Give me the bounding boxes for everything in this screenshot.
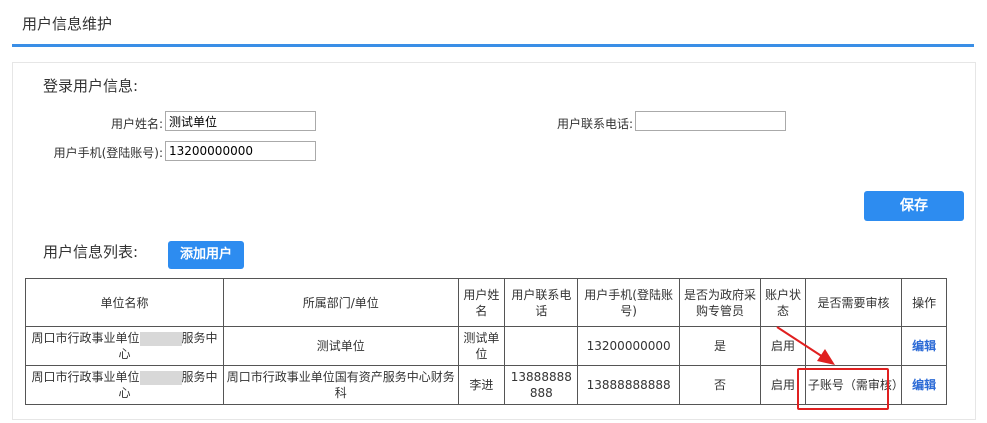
user-mobile-input[interactable] — [165, 141, 316, 161]
header-user-name: 用户姓名 — [457, 278, 506, 327]
redacted-blur — [139, 370, 182, 385]
unit-name-cell: 周口市行政事业单位 服务中心 — [25, 326, 224, 366]
arrow-head — [817, 349, 835, 365]
user-name-label: 用户姓名: — [110, 117, 163, 131]
header-needs-review: 是否需要审核 — [804, 278, 903, 327]
table-header-row: 单位名称 所属部门/单位 用户姓名 用户联系电话 用户手机(登陆账号) 是否为政… — [25, 278, 947, 327]
department-cell: 周口市行政事业单位国有资产服务中心财务科 — [223, 365, 459, 405]
user-phone-cell: 13888888888 — [504, 365, 579, 405]
user-phone-label: 用户联系电话: — [556, 117, 633, 131]
content-panel: 登录用户信息: 用户姓名: 用户联系电话: 用户手机(登陆账号): 保存 用户信… — [12, 62, 976, 420]
page-title: 用户信息维护 — [22, 15, 113, 33]
actions-cell: 编辑 — [901, 365, 947, 405]
user-name-cell: 李进 — [457, 365, 506, 405]
add-user-button[interactable]: 添加用户 — [168, 241, 244, 269]
header-actions: 操作 — [901, 278, 947, 327]
user-mobile-cell: 13888888888 — [577, 365, 680, 405]
procurement-manager-cell: 否 — [678, 365, 762, 405]
user-mobile-cell: 13200000000 — [577, 326, 680, 366]
user-name-input[interactable] — [165, 111, 316, 131]
procurement-manager-cell: 是 — [678, 326, 762, 366]
arrow-shaft — [776, 326, 824, 358]
annotation-highlight-box — [797, 368, 889, 410]
user-name-cell: 测试单位 — [457, 326, 506, 366]
department-cell: 测试单位 — [223, 326, 459, 366]
annotation-arrow-icon — [776, 326, 835, 365]
header-user-phone: 用户联系电话 — [504, 278, 579, 327]
redacted-blur — [139, 331, 182, 346]
header-user-mobile: 用户手机(登陆账号) — [577, 278, 680, 327]
save-button[interactable]: 保存 — [864, 191, 964, 221]
unit-name-cell: 周口市行政事业单位 服务中心 — [25, 365, 224, 405]
user-list-title: 用户信息列表: — [43, 243, 139, 261]
login-info-title: 登录用户信息: — [43, 77, 139, 95]
actions-cell: 编辑 — [901, 326, 947, 366]
user-phone-cell — [504, 326, 579, 366]
edit-link[interactable]: 编辑 — [912, 378, 936, 392]
page-header: 用户信息维护 — [12, 0, 974, 47]
user-phone-input[interactable] — [635, 111, 786, 131]
header-is-procurement-manager: 是否为政府采购专管员 — [678, 278, 762, 327]
edit-link[interactable]: 编辑 — [912, 339, 936, 353]
header-unit-name: 单位名称 — [25, 278, 224, 327]
header-account-status: 账户状态 — [760, 278, 806, 327]
header-department: 所属部门/单位 — [223, 278, 459, 327]
user-mobile-label: 用户手机(登陆账号): — [53, 146, 163, 160]
